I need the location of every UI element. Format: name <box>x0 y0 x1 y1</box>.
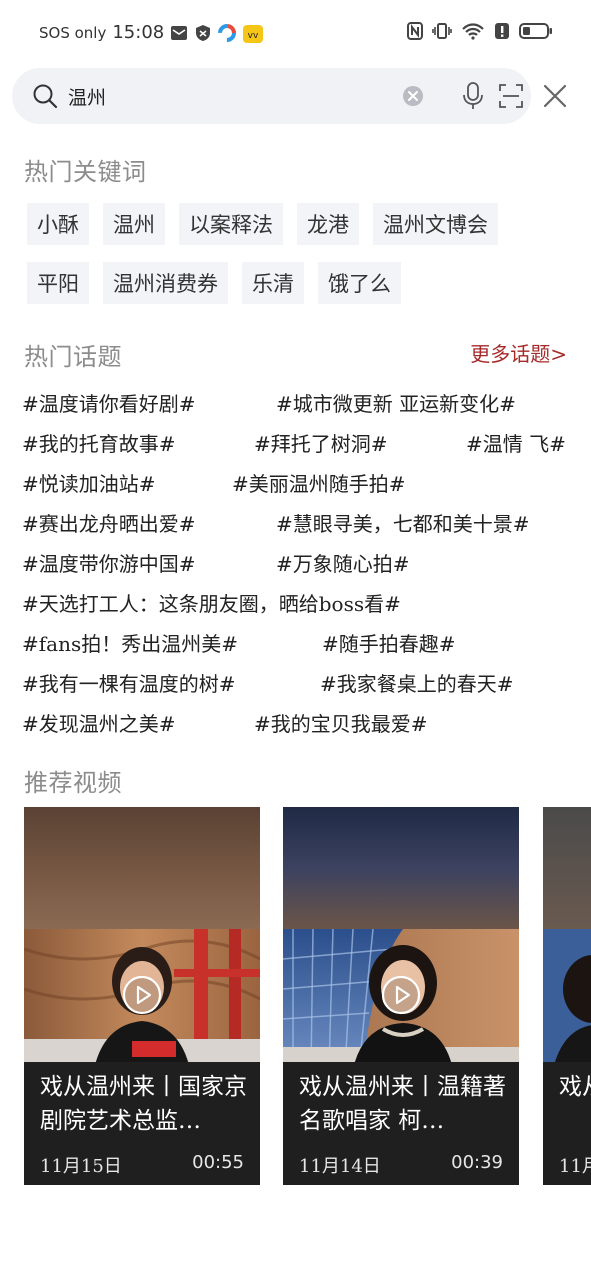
topic-item[interactable]: #慧眼寻美，七都和美十景# <box>276 508 530 537</box>
video-card[interactable]: 戏从温州来丨温籍著名歌唱家 柯… 11月14日 00:39 <box>283 807 519 1185</box>
status-bar-right <box>407 22 553 44</box>
keyword-chip[interactable]: 温州消费券 <box>103 262 228 304</box>
topic-item[interactable]: #悦读加油站# <box>22 468 232 497</box>
nfc-icon <box>407 22 423 44</box>
clock: 15:08 <box>112 22 165 43</box>
video-thumbnail-top <box>543 807 591 929</box>
keyword-chip[interactable]: 龙港 <box>297 203 359 245</box>
topic-row: #温度带你游中国# #万象随心拍# <box>22 542 582 582</box>
keyword-chip[interactable]: 温州 <box>103 203 165 245</box>
search-input[interactable] <box>68 80 388 112</box>
topic-item[interactable]: #拜托了树洞# <box>254 428 466 457</box>
topic-item[interactable]: #城市微更新 亚运新变化# <box>276 388 516 417</box>
blocked-icon <box>194 24 212 42</box>
topic-row: #温度请你看好剧# #城市微更新 亚运新变化# <box>22 382 582 422</box>
keyword-chip[interactable]: 以案释法 <box>179 203 283 245</box>
topic-item[interactable]: #fans拍！秀出温州美# <box>22 628 322 657</box>
mail-icon <box>170 24 188 42</box>
topic-item[interactable]: #温度请你看好剧# <box>22 388 276 417</box>
video-title: 戏从温州来丨国家京剧院艺术总监… <box>40 1074 247 1134</box>
wifi-icon <box>461 22 485 44</box>
topic-item[interactable]: #温情 飞# <box>466 428 566 457</box>
search-box[interactable] <box>12 68 531 124</box>
clear-icon[interactable] <box>402 85 424 111</box>
scan-icon[interactable] <box>498 83 524 113</box>
topic-item[interactable]: #万象随心拍# <box>276 548 410 577</box>
carrier-text: SOS only <box>39 23 107 42</box>
keyword-chip[interactable]: 温州文博会 <box>373 203 498 245</box>
topic-item[interactable]: #我家餐桌上的春天# <box>320 668 514 697</box>
keyword-chip[interactable]: 乐清 <box>242 262 304 304</box>
hot-keywords-title: 热门关键词 <box>24 158 147 186</box>
status-bar: SOS only 15:08 vv <box>0 0 591 66</box>
topic-item[interactable]: #我有一棵有温度的树# <box>22 668 320 697</box>
topic-item[interactable]: #美丽温州随手拍# <box>232 468 406 497</box>
video-title: 戏从温州来丨温籍著名歌唱家 柯… <box>299 1074 506 1134</box>
search-icon <box>32 83 58 113</box>
vibrate-icon <box>432 22 452 44</box>
hot-keywords-list: 小酥 温州 以案释法 龙港 温州文博会 平阳 温州消费券 乐清 饿了么 <box>27 203 567 321</box>
more-topics-link[interactable]: 更多话题> <box>470 338 567 367</box>
topic-row: #发现温州之美# #我的宝贝我最爱# <box>22 702 582 742</box>
close-icon[interactable] <box>543 84 567 112</box>
keyword-row: 小酥 温州 以案释法 龙港 温州文博会 <box>27 203 567 245</box>
video-date: 11月 <box>559 1156 591 1177</box>
topic-item[interactable]: #我的宝贝我最爱# <box>254 708 428 737</box>
keyword-chip[interactable]: 饿了么 <box>318 262 401 304</box>
topic-row: #赛出龙舟晒出爱# #慧眼寻美，七都和美十景# <box>22 502 582 542</box>
video-thumbnail-top <box>24 807 260 929</box>
video-duration: 00:39 <box>451 1152 503 1173</box>
keyword-row: 平阳 温州消费券 乐清 饿了么 <box>27 262 567 304</box>
app-icon <box>218 23 237 42</box>
topic-item[interactable]: #温度带你游中国# <box>22 548 276 577</box>
app-icon-yellow: vv <box>242 24 264 43</box>
video-title: 戏从温州来丨艺术… <box>559 1074 591 1100</box>
keyword-chip[interactable]: 小酥 <box>27 203 89 245</box>
video-thumbnail <box>543 929 591 1069</box>
video-card[interactable]: 戏从温州来丨艺术… 11月 <box>543 807 591 1185</box>
topic-item[interactable]: #赛出龙舟晒出爱# <box>22 508 276 537</box>
topic-item[interactable]: #随手拍春趣# <box>322 628 456 657</box>
video-date: 11月14日 <box>299 1156 381 1177</box>
topic-row: #悦读加油站# #美丽温州随手拍# <box>22 462 582 502</box>
video-carousel[interactable]: 戏从温州来丨国家京剧院艺术总监… 11月15日 00:55 戏从温州来丨温籍著名… <box>24 807 591 1185</box>
hot-topics-title: 热门话题 <box>24 343 122 371</box>
topic-row: #我的托育故事# #拜托了树洞# #温情 飞# <box>22 422 582 462</box>
video-duration: 00:55 <box>192 1152 244 1173</box>
video-date: 11月15日 <box>40 1156 122 1177</box>
topic-row: #fans拍！秀出温州美# #随手拍春趣# <box>22 622 582 662</box>
video-thumbnail-top <box>283 807 519 929</box>
play-icon[interactable] <box>381 975 421 1019</box>
mic-icon[interactable] <box>462 82 484 114</box>
topic-item[interactable]: #我的托育故事# <box>22 428 254 457</box>
video-card[interactable]: 戏从温州来丨国家京剧院艺术总监… 11月15日 00:55 <box>24 807 260 1185</box>
hot-topics-list: #温度请你看好剧# #城市微更新 亚运新变化# #我的托育故事# #拜托了树洞#… <box>22 382 582 742</box>
status-bar-left: SOS only 15:08 vv <box>39 22 264 43</box>
alert-icon <box>494 22 510 44</box>
svg-text:vv: vv <box>248 31 259 41</box>
topic-item[interactable]: #天选打工人：这条朋友圈，晒给boss看# <box>22 588 401 617</box>
play-icon[interactable] <box>122 975 162 1019</box>
topic-item[interactable]: #发现温州之美# <box>22 708 254 737</box>
topic-row: #天选打工人：这条朋友圈，晒给boss看# <box>22 582 582 622</box>
battery-icon <box>519 22 553 44</box>
topic-row: #我有一棵有温度的树# #我家餐桌上的春天# <box>22 662 582 702</box>
recommended-videos-title: 推荐视频 <box>24 769 122 797</box>
keyword-chip[interactable]: 平阳 <box>27 262 89 304</box>
